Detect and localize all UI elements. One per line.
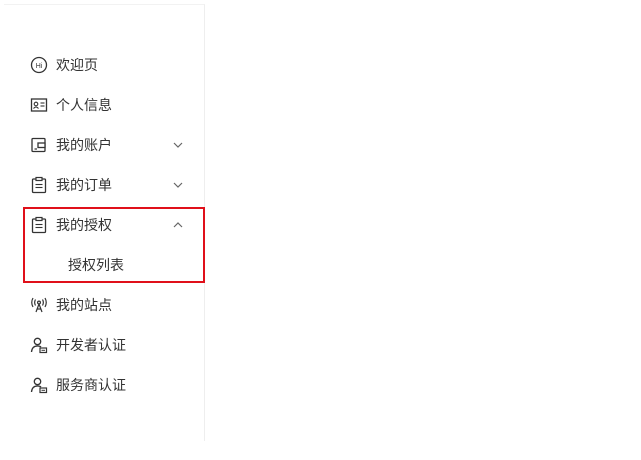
sidebar-item-label: 我的账户 xyxy=(56,138,112,154)
sidebar-item-developer-verification[interactable]: 开发者认证 xyxy=(20,325,192,365)
svg-text:Hi: Hi xyxy=(36,63,43,70)
clipboard-icon xyxy=(30,216,48,234)
hi-icon: Hi xyxy=(30,56,48,74)
sidebar-subitem-authorization-list[interactable]: 授权列表 xyxy=(20,246,192,284)
chevron-up-icon[interactable] xyxy=(172,219,184,231)
chevron-down-icon[interactable] xyxy=(172,179,184,191)
user-card-icon xyxy=(30,376,48,394)
clipboard-icon xyxy=(30,176,48,194)
sidebar-item-welcome[interactable]: Hi 欢迎页 xyxy=(20,45,192,85)
sidebar-item-authorization[interactable]: 我的授权 xyxy=(20,205,192,245)
sidebar-item-profile[interactable]: 个人信息 xyxy=(20,85,192,125)
sidebar-item-label: 欢迎页 xyxy=(56,58,98,74)
sidebar-item-label: 个人信息 xyxy=(56,98,112,114)
id-card-icon xyxy=(30,96,48,114)
sidebar-item-label: 服务商认证 xyxy=(56,378,126,394)
antenna-icon xyxy=(30,296,48,314)
sidebar-item-provider-verification[interactable]: 服务商认证 xyxy=(20,365,192,405)
sidebar-item-label: 我的站点 xyxy=(56,298,112,314)
chevron-down-icon[interactable] xyxy=(172,139,184,151)
wallet-icon xyxy=(30,136,48,154)
sidebar-item-label: 我的授权 xyxy=(56,218,112,234)
sidebar-item-orders[interactable]: 我的订单 xyxy=(20,165,192,205)
sidebar-item-label: 我的订单 xyxy=(56,178,112,194)
sidebar-subitem-label: 授权列表 xyxy=(68,258,124,274)
sidebar-item-account[interactable]: 我的账户 xyxy=(20,125,192,165)
user-card-icon xyxy=(30,336,48,354)
sidebar-item-sites[interactable]: 我的站点 xyxy=(20,285,192,325)
sidebar-item-label: 开发者认证 xyxy=(56,338,126,354)
